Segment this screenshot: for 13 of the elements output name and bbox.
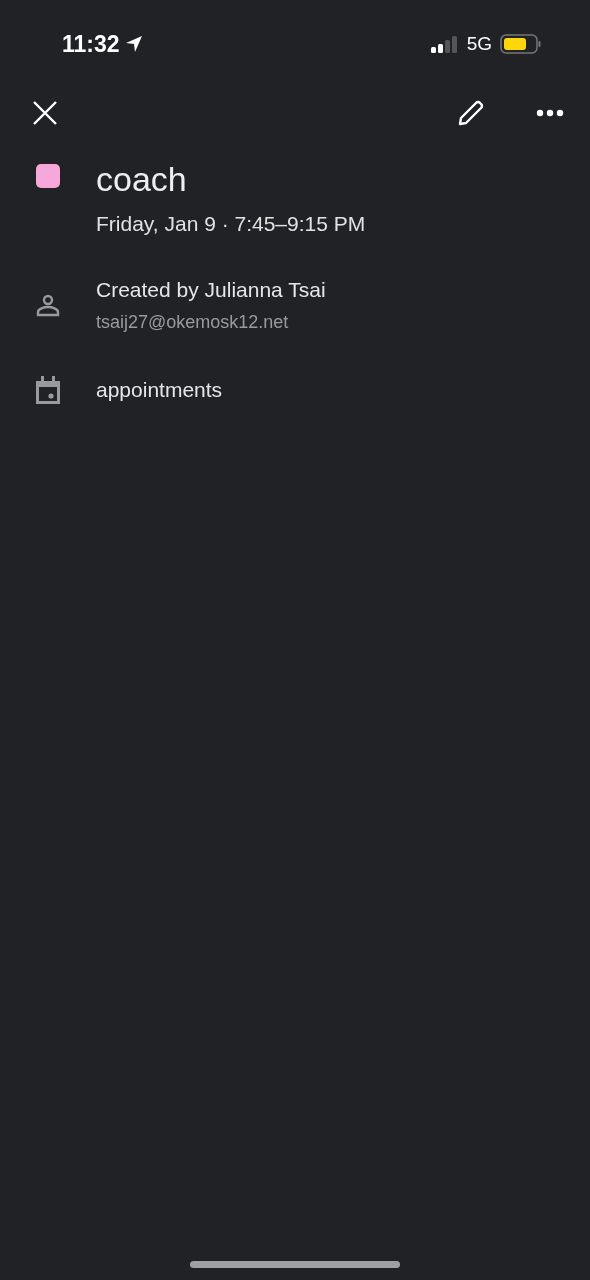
calendar-icon (34, 375, 62, 405)
detail-text: appointments (96, 378, 223, 402)
battery-icon (500, 34, 542, 54)
detail-text: Created by Julianna Tsai (96, 278, 326, 302)
detail-subtext: tsaij27@okemosk12.net (96, 312, 290, 333)
status-time: 11:32 (62, 30, 120, 58)
signal-icon (430, 35, 459, 53)
event-time: Friday, Jan 9 · 7:45–9:15 PM (96, 212, 366, 236)
edit-button[interactable] (456, 98, 486, 128)
close-button[interactable] (32, 100, 58, 126)
network-label: 5G (466, 33, 492, 55)
more-button[interactable] (536, 109, 564, 117)
event-title: coach (96, 162, 188, 196)
